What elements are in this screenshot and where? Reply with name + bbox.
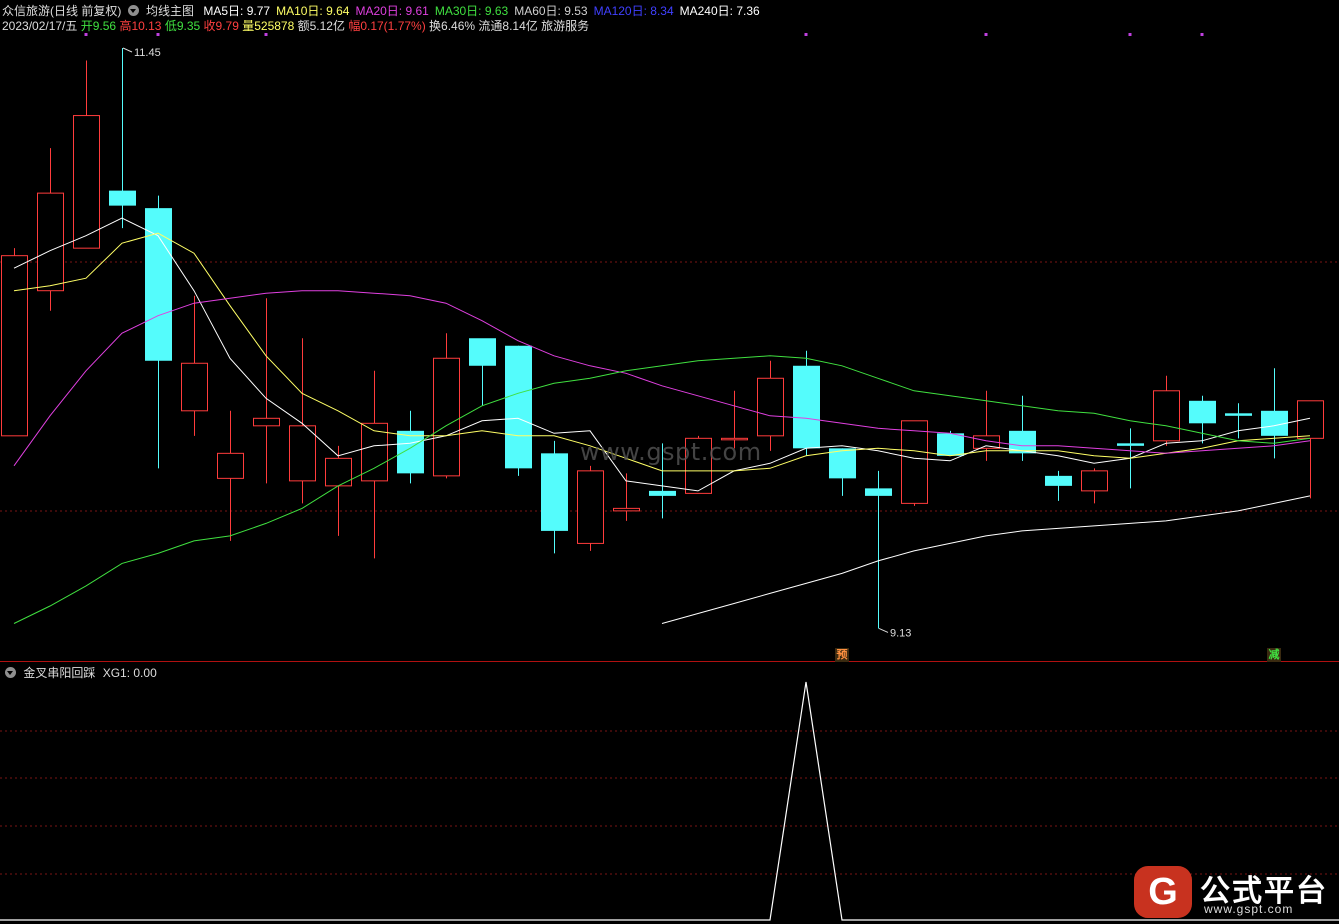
candle-body: [577, 470, 604, 544]
top-mark: [1128, 33, 1132, 36]
candle: [901, 420, 928, 506]
candle-body: [757, 377, 784, 437]
candle: [397, 410, 424, 484]
candle-body: [37, 192, 64, 292]
candle-body: [1117, 443, 1144, 446]
candle: [217, 410, 244, 541]
candle-body: [505, 345, 532, 469]
logo-url: www.gspt.com: [1204, 902, 1294, 916]
candle: [1153, 375, 1180, 446]
candle-body: [829, 448, 856, 479]
candle-body: [397, 430, 424, 474]
top-mark: [84, 33, 88, 36]
candle-body: [1, 255, 28, 437]
high-price-label-pointer: [122, 47, 133, 53]
candle-body: [793, 365, 820, 449]
top-mark: [156, 33, 160, 36]
top-mark: [804, 33, 808, 36]
candle: [253, 298, 280, 484]
candle-body: [73, 115, 100, 249]
candle-body: [1045, 475, 1072, 486]
candle: [109, 48, 136, 229]
candle-body: [1189, 400, 1216, 424]
ma-line-ma10: [13, 232, 1311, 472]
ma-line-ma240: [661, 495, 1311, 624]
candle-body: [901, 420, 928, 504]
candle-body: [109, 190, 136, 206]
candle: [1189, 395, 1216, 444]
low-price-label-pointer: [878, 628, 889, 633]
candle: [1297, 400, 1324, 499]
candle: [505, 345, 532, 476]
logo-g-icon: G: [1134, 866, 1192, 918]
candle-body: [469, 338, 496, 366]
watermark: www.gspt.com: [580, 438, 762, 466]
candle: [577, 465, 604, 551]
candle: [1081, 468, 1108, 504]
candle: [829, 448, 856, 496]
candle: [181, 295, 208, 436]
candle: [1, 248, 28, 437]
candle: [937, 430, 964, 456]
candle: [433, 333, 460, 479]
high-price-label: 11.45: [134, 47, 161, 59]
low-price-label: 9.13: [890, 627, 911, 639]
top-mark: [1200, 33, 1204, 36]
candle: [37, 148, 64, 311]
top-mark: [984, 33, 988, 36]
signal-pre-badge: 预: [835, 648, 849, 662]
candle: [289, 338, 316, 504]
candle: [361, 370, 388, 559]
candle-body: [1153, 390, 1180, 442]
candle-body: [541, 453, 568, 531]
candle-body: [1225, 413, 1252, 416]
candle-body: [649, 490, 676, 496]
candle: [541, 440, 568, 554]
candle-body: [181, 362, 208, 412]
candle-body: [289, 425, 316, 482]
candle-body: [217, 452, 244, 479]
candle-body: [865, 488, 892, 496]
top-mark: [264, 33, 268, 36]
candle: [1045, 470, 1072, 501]
candle-body: [253, 417, 280, 427]
candle-body: [1297, 400, 1324, 439]
candle: [793, 350, 820, 456]
candle: [469, 338, 496, 406]
candle: [865, 470, 892, 629]
signal-reduce-badge: 减: [1267, 648, 1281, 662]
candle-body: [433, 357, 460, 477]
gspt-logo: G 公式平台 www.gspt.com: [1134, 866, 1330, 918]
candle-body: [937, 433, 964, 456]
candle: [73, 60, 100, 249]
candle-body: [613, 507, 640, 512]
candle-body: [1081, 470, 1108, 492]
